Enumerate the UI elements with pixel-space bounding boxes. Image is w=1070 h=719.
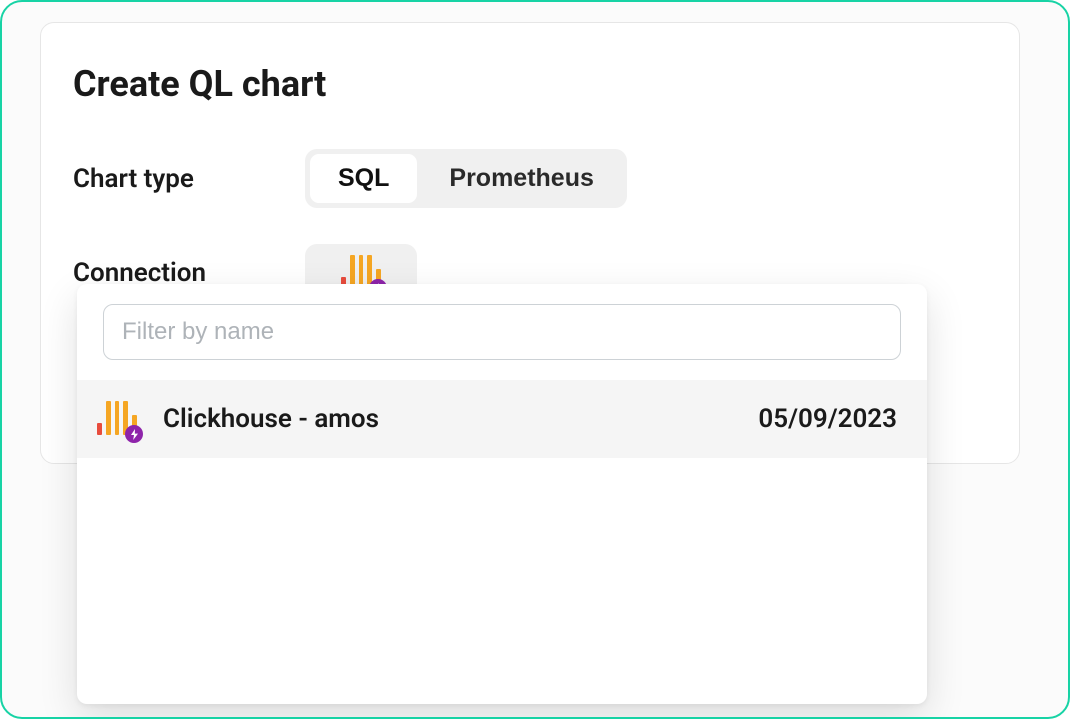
connection-option[interactable]: Clickhouse - amos 05/09/2023 xyxy=(77,380,927,458)
connection-option-date: 05/09/2023 xyxy=(758,404,897,434)
chart-type-label: Chart type xyxy=(73,164,305,194)
connection-dropdown: Clickhouse - amos 05/09/2023 xyxy=(77,284,927,704)
clickhouse-icon xyxy=(97,401,137,437)
filter-wrap xyxy=(77,304,927,374)
app-frame: Create QL chart Chart type SQL Prometheu… xyxy=(0,0,1070,719)
filter-by-name-input[interactable] xyxy=(103,304,901,360)
connection-option-label: Clickhouse - amos xyxy=(163,404,758,434)
chart-type-option-prometheus[interactable]: Prometheus xyxy=(421,154,621,203)
chart-type-row: Chart type SQL Prometheus xyxy=(73,149,1019,208)
chart-type-option-sql[interactable]: SQL xyxy=(310,154,417,203)
lightning-badge-icon xyxy=(125,425,143,443)
dialog-title: Create QL chart xyxy=(73,63,1019,105)
chart-type-segmented: SQL Prometheus xyxy=(305,149,627,208)
